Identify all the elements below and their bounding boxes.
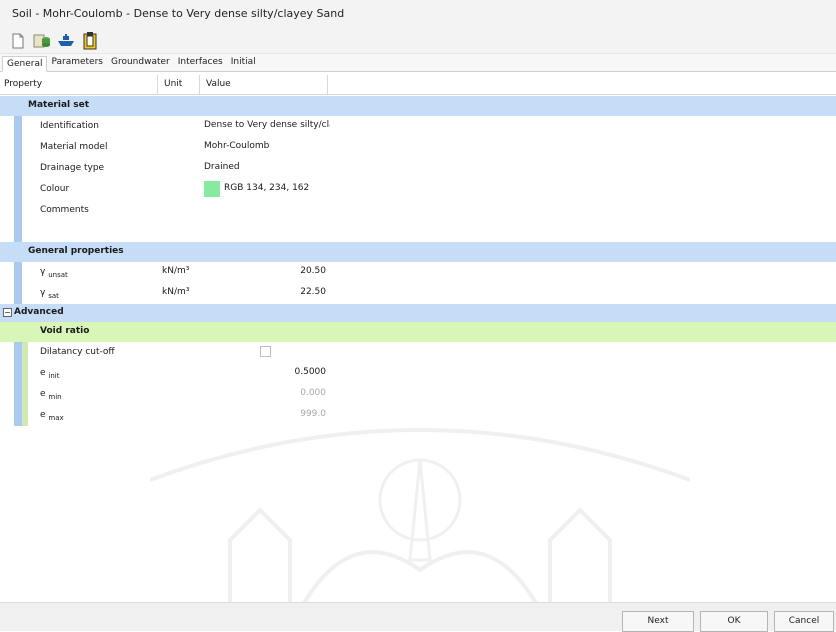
dialog-footer: Next OK Cancel (0, 602, 836, 632)
identification-field[interactable]: Dense to Very dense silty/clayey Sand (204, 120, 330, 130)
property-row-colour[interactable]: Colour RGB 134, 234, 162 (0, 179, 836, 200)
section-void-ratio[interactable]: Void ratio (0, 322, 836, 342)
general-properties-rows: γ unsat kN/m³ 20.50 γ sat kN/m³ 22.50 (0, 262, 836, 304)
table-header: Property Unit Value (0, 75, 836, 95)
property-symbol: γ unsat (40, 267, 68, 279)
section-title: Material set (28, 100, 90, 110)
property-row-material-model[interactable]: Material model Mohr-Coulomb (0, 137, 836, 158)
property-row-e-init[interactable]: e init 0.5000 (0, 363, 836, 384)
property-label: Drainage type (40, 163, 105, 173)
section-title: General properties (28, 246, 124, 256)
toolbar (0, 28, 836, 54)
property-label: Material model (40, 142, 108, 152)
property-symbol: e init (40, 368, 60, 380)
watermark-emblem (150, 428, 690, 610)
clipboard-icon[interactable] (80, 31, 100, 51)
e-min-value: 0.000 (300, 388, 326, 398)
window-title: Soil - Mohr-Coulomb - Dense to Very dens… (0, 0, 836, 28)
colour-value: RGB 134, 234, 162 (224, 183, 310, 193)
ok-button[interactable]: OK (700, 611, 768, 632)
column-divider[interactable] (199, 75, 200, 95)
dilatancy-cutoff-checkbox[interactable] (260, 346, 271, 357)
property-row-gamma-sat[interactable]: γ sat kN/m³ 22.50 (0, 283, 836, 304)
property-symbol: e max (40, 410, 64, 422)
property-unit: kN/m³ (162, 287, 190, 297)
tab-general[interactable]: General (2, 56, 48, 72)
open-database-icon[interactable] (32, 31, 52, 51)
column-divider[interactable] (157, 75, 158, 95)
section-advanced[interactable]: − Advanced (0, 304, 836, 322)
tab-interfaces[interactable]: Interfaces (174, 55, 227, 71)
void-ratio-rows: Dilatancy cut-off e init 0.5000 e min 0.… (0, 342, 836, 426)
e-init-input[interactable]: 0.5000 (202, 367, 327, 377)
material-set-rows: Identification Dense to Very dense silty… (0, 116, 836, 242)
column-divider[interactable] (327, 75, 328, 95)
property-row-gamma-unsat[interactable]: γ unsat kN/m³ 20.50 (0, 262, 836, 283)
tab-initial[interactable]: Initial (227, 55, 260, 71)
property-row-identification[interactable]: Identification Dense to Very dense silty… (0, 116, 836, 137)
ship-icon[interactable] (56, 31, 76, 51)
column-header-unit[interactable]: Unit (164, 79, 182, 89)
property-label: Comments (40, 205, 89, 215)
property-unit: kN/m³ (162, 266, 190, 276)
cancel-button[interactable]: Cancel (774, 611, 834, 632)
tab-parameters[interactable]: Parameters (47, 55, 107, 71)
property-symbol: e min (40, 389, 62, 401)
window-title-text: Soil - Mohr-Coulomb - Dense to Very dens… (12, 7, 345, 20)
property-row-comments[interactable]: Comments (0, 200, 836, 242)
property-grid: Material set Identification Dense to Ver… (0, 96, 836, 426)
colour-swatch[interactable] (204, 181, 220, 197)
gamma-sat-input[interactable]: 22.50 (202, 287, 326, 297)
next-button[interactable]: Next (622, 611, 694, 632)
property-label: Identification (40, 121, 100, 131)
section-material-set[interactable]: Material set (0, 96, 836, 116)
drainage-type-select[interactable]: Drained (204, 162, 330, 172)
section-general-properties[interactable]: General properties (0, 242, 836, 262)
e-max-value: 999.0 (300, 409, 326, 419)
property-label: Colour (40, 184, 70, 194)
new-document-icon[interactable] (8, 31, 28, 51)
property-row-drainage-type[interactable]: Drainage type Drained (0, 158, 836, 179)
section-title: Advanced (14, 307, 64, 317)
property-label: Dilatancy cut-off (40, 347, 115, 357)
tab-groundwater[interactable]: Groundwater (107, 55, 174, 71)
gamma-unsat-input[interactable]: 20.50 (202, 266, 326, 276)
property-row-e-max[interactable]: e max 999.0 (0, 405, 836, 426)
property-row-dilatancy-cutoff[interactable]: Dilatancy cut-off (0, 342, 836, 363)
column-header-value[interactable]: Value (206, 79, 231, 89)
column-header-property[interactable]: Property (4, 79, 42, 89)
material-model-select[interactable]: Mohr-Coulomb (204, 141, 330, 151)
tab-bar: General Parameters Groundwater Interface… (0, 54, 836, 72)
section-title: Void ratio (40, 326, 90, 336)
property-row-e-min[interactable]: e min 0.000 (0, 384, 836, 405)
collapse-icon[interactable]: − (3, 308, 12, 317)
property-symbol: γ sat (40, 288, 59, 300)
